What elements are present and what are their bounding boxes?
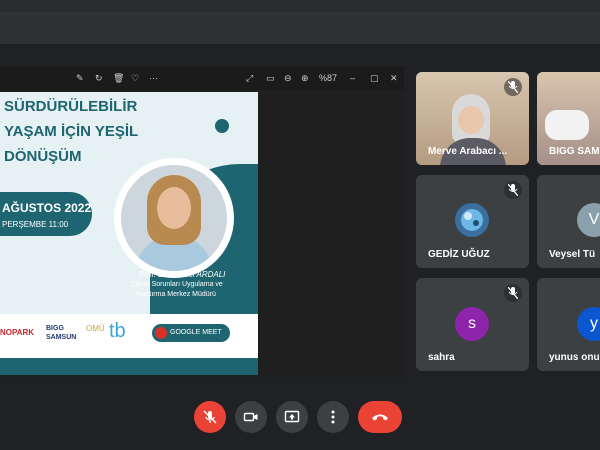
bigg-samsun-logo: BIGG SAMSUN bbox=[46, 325, 77, 341]
mic-off-icon bbox=[504, 78, 522, 96]
presentation-slide: SÜRDÜRÜLEBİLİR YAŞAM İÇİN YEŞİL DÖNÜŞÜM … bbox=[0, 92, 258, 375]
more-options-button[interactable] bbox=[317, 401, 349, 433]
viewer-toolbar: ✎ ↻ 🗑 ♡ ··· ⤢ ▭ ⊖ ⊕ %87 – ▢ ✕ bbox=[0, 66, 404, 90]
event-date: AĞUSTOS 2022 bbox=[2, 201, 92, 215]
favorite-icon[interactable]: ♡ bbox=[131, 73, 139, 83]
mic-off-icon bbox=[203, 410, 217, 424]
delete-icon[interactable]: 🗑 bbox=[113, 73, 124, 83]
zoom-level: %87 bbox=[319, 73, 338, 83]
rotate-icon[interactable]: ↻ bbox=[95, 73, 103, 83]
participant-tile[interactable]: GEDİZ UĞUZ bbox=[416, 175, 529, 268]
sponsor-logos: NOPARK BIGG SAMSUN OMÜ tb GOOGLE MEET bbox=[0, 314, 258, 358]
slide-footer bbox=[0, 358, 258, 375]
leave-call-button[interactable] bbox=[358, 401, 402, 433]
expand-icon[interactable]: ⤢ bbox=[246, 73, 253, 83]
avatar bbox=[455, 203, 489, 237]
participant-name: Merve Arabacı ... bbox=[428, 146, 508, 157]
event-time: PERŞEMBE 11:00 bbox=[2, 220, 69, 229]
camera-toggle-button[interactable] bbox=[235, 401, 267, 433]
participant-tile[interactable]: BIGG SAM bbox=[537, 72, 600, 165]
participant-name: GEDİZ UĞUZ bbox=[428, 249, 490, 260]
zoom-in-icon[interactable]: ⊕ bbox=[301, 73, 309, 83]
camera-icon bbox=[243, 412, 258, 422]
location-pin-icon bbox=[155, 327, 167, 339]
participant-name: sahra bbox=[428, 352, 455, 363]
minimize-icon[interactable]: – bbox=[350, 73, 355, 83]
presentation-window: ✎ ↻ 🗑 ♡ ··· ⤢ ▭ ⊖ ⊕ %87 – ▢ ✕ SÜRDÜRÜLEB… bbox=[0, 66, 404, 377]
participant-tile[interactable]: s sahra bbox=[416, 278, 529, 371]
date-badge: AĞUSTOS 2022 PERŞEMBE 11:00 bbox=[0, 192, 92, 236]
participant-name: BIGG SAM bbox=[549, 146, 600, 157]
close-icon[interactable]: ✕ bbox=[390, 73, 398, 83]
fit-icon[interactable]: ▭ bbox=[266, 73, 275, 83]
edit-icon[interactable]: ✎ bbox=[76, 73, 84, 83]
google-meet-badge: GOOGLE MEET bbox=[152, 324, 230, 342]
more-vert-icon bbox=[331, 410, 335, 424]
slide-title-line2: YAŞAM İÇİN YEŞİL bbox=[4, 123, 139, 140]
participant-tile[interactable]: V Veysel Tü bbox=[537, 175, 600, 268]
maximize-icon[interactable]: ▢ bbox=[370, 73, 379, 83]
speaker-role-line1: Çevre Sorunları Uygulama ve bbox=[131, 281, 223, 288]
participant-tile[interactable]: Merve Arabacı ... bbox=[416, 72, 529, 165]
leaf-icon bbox=[215, 119, 229, 133]
speaker-role-line2: Araştırma Merkez Müdürü bbox=[135, 291, 216, 298]
participant-name: Veysel Tü bbox=[549, 249, 596, 260]
speaker-photo bbox=[114, 158, 234, 278]
mic-off-icon bbox=[504, 181, 522, 199]
technopark-logo: NOPARK bbox=[0, 328, 35, 337]
browser-top-strip bbox=[0, 0, 600, 12]
mic-off-icon bbox=[504, 284, 522, 302]
more-icon[interactable]: ··· bbox=[149, 73, 158, 83]
avatar: s bbox=[455, 307, 489, 341]
phone-hangup-icon bbox=[372, 414, 388, 421]
slide-title-line3: DÖNÜŞÜM bbox=[4, 148, 82, 165]
zoom-out-icon[interactable]: ⊖ bbox=[284, 73, 292, 83]
omu-logo: OMÜ bbox=[86, 324, 105, 333]
avatar: V bbox=[577, 203, 600, 237]
mic-toggle-button[interactable] bbox=[194, 401, 226, 433]
participant-tile[interactable]: y yunus onu bbox=[537, 278, 600, 371]
slide-title-line1: SÜRDÜRÜLEBİLİR bbox=[4, 98, 138, 115]
participant-name: yunus onu bbox=[549, 352, 600, 363]
speaker-name: Prof. Dr. Yüksel ARDALI bbox=[139, 270, 226, 279]
present-icon bbox=[284, 410, 300, 423]
tb-logo: tb bbox=[109, 320, 126, 342]
present-screen-button[interactable] bbox=[276, 401, 308, 433]
meeting-top-bar bbox=[0, 12, 600, 44]
avatar: y bbox=[577, 307, 600, 341]
